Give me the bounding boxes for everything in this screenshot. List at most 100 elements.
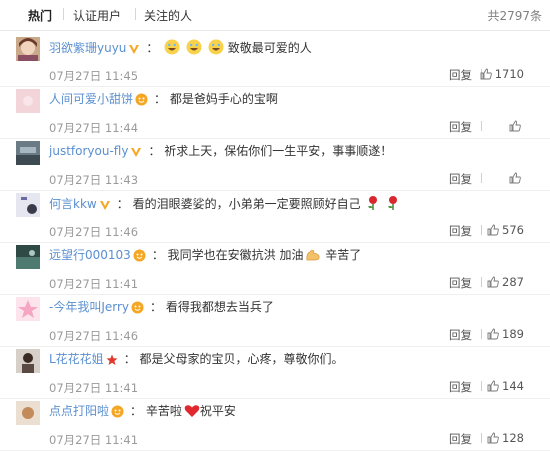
- thumbs-up-icon: [509, 120, 521, 132]
- username[interactable]: 人间可爱小甜饼: [49, 92, 133, 106]
- comment-text-tail: 辛苦了: [321, 248, 362, 262]
- comment-text: 都是爸妈手心的宝啊: [169, 92, 278, 106]
- reply-button[interactable]: 回复: [449, 379, 472, 395]
- rose-emoji-icon: [366, 195, 380, 215]
- thumbs-up-icon: [487, 328, 499, 340]
- grin-tears-emoji-icon: [208, 39, 224, 59]
- red-star-badge-icon: [106, 354, 118, 370]
- avatar[interactable]: [16, 141, 40, 165]
- comment-item: 远望行000103 ： 我同学也在安徽抗洪 加油 辛苦了 07月27日 11:41…: [0, 242, 550, 295]
- colon: ：: [130, 404, 143, 418]
- action-divider: [481, 381, 482, 391]
- avatar[interactable]: [16, 37, 40, 61]
- comment-item: L花花花姐 ： 都是父母家的宝贝，心疼，尊敬你们。 07月27日 11:41 回复…: [0, 346, 550, 399]
- username[interactable]: 何言kkw: [49, 197, 97, 211]
- comment-filter-tabs: 热门 认证用户 关注的人 共2797条: [0, 0, 550, 31]
- avatar[interactable]: [16, 401, 40, 425]
- comment-text: 看得我都想去当兵了: [165, 300, 274, 314]
- reply-button[interactable]: 回复: [449, 171, 472, 187]
- comment-time: 07月27日 11:46: [49, 225, 139, 239]
- like-button[interactable]: [509, 171, 524, 185]
- comment-text: 祈求上天，保佑你们一生平安，事事顺遂！: [164, 144, 393, 158]
- membership-badge-icon: [135, 93, 148, 110]
- like-count: 1710: [494, 67, 524, 81]
- comment-time: 07月27日 11:44: [49, 121, 139, 135]
- like-button[interactable]: 189: [487, 327, 524, 341]
- action-divider: [481, 329, 482, 339]
- rose-emoji-icon: [386, 195, 400, 215]
- membership-badge-icon: [111, 405, 124, 422]
- username[interactable]: -今年我叫Jerry: [49, 300, 129, 314]
- like-button[interactable]: [509, 119, 524, 133]
- like-count: 189: [502, 327, 524, 341]
- colon: ：: [146, 41, 159, 55]
- reply-button[interactable]: 回复: [449, 327, 472, 343]
- verified-v-badge-icon: [130, 146, 142, 162]
- membership-badge-icon: [133, 249, 146, 266]
- comment-total-count: 共2797条: [487, 9, 542, 23]
- thumbs-up-icon: [487, 276, 499, 288]
- colon: ：: [148, 144, 161, 158]
- membership-badge-icon: [131, 301, 144, 318]
- avatar[interactable]: [16, 193, 40, 217]
- thumbs-up-icon: [487, 380, 499, 392]
- comment-time: 07月27日 11:46: [49, 329, 139, 343]
- avatar[interactable]: [16, 349, 40, 373]
- tab-divider: [135, 8, 136, 20]
- like-button[interactable]: 287: [487, 275, 524, 289]
- thumbs-up-icon: [509, 172, 521, 184]
- action-divider: [481, 121, 482, 131]
- like-button[interactable]: 128: [487, 431, 524, 445]
- verified-v-badge-icon: [99, 199, 111, 215]
- heart-emoji-icon: [184, 404, 200, 422]
- comment-item: 人间可爱小甜饼 ： 都是爸妈手心的宝啊 07月27日 11:44 回复: [0, 86, 550, 139]
- avatar[interactable]: [16, 297, 40, 321]
- username[interactable]: 点点打阳啦: [49, 404, 109, 418]
- username[interactable]: 远望行000103: [49, 248, 131, 262]
- thumbs-up-icon: [480, 68, 492, 80]
- muscle-emoji-icon: [305, 248, 321, 266]
- like-count: 576: [502, 223, 524, 237]
- comment-text: 看的泪眼婆娑的，小弟弟一定要照顾好自己: [132, 197, 361, 211]
- action-divider: [481, 433, 482, 443]
- comment-text: 致敬最可爱的人: [227, 41, 312, 55]
- action-divider: [481, 173, 482, 183]
- comment-item: 羽欲紫珊yuyu ： 致敬最可爱的人 07月27日 11:45 回复 1710: [0, 34, 550, 87]
- like-count: 128: [502, 431, 524, 445]
- verified-v-badge-icon: [128, 43, 140, 59]
- comment-time: 07月27日 11:45: [49, 69, 139, 83]
- reply-button[interactable]: 回复: [449, 431, 472, 447]
- comment-time: 07月27日 11:41: [49, 433, 139, 447]
- thumbs-up-icon: [487, 224, 499, 236]
- avatar[interactable]: [16, 89, 40, 113]
- username[interactable]: L花花花姐: [49, 352, 104, 366]
- avatar[interactable]: [16, 245, 40, 269]
- reply-button[interactable]: 回复: [449, 275, 472, 291]
- grin-tears-emoji-icon: [164, 39, 180, 59]
- reply-button[interactable]: 回复: [449, 223, 472, 239]
- colon: ：: [154, 92, 167, 106]
- like-button[interactable]: 144: [487, 379, 524, 393]
- colon: ：: [123, 352, 136, 366]
- comment-item: justforyou-fly ： 祈求上天，保佑你们一生平安，事事顺遂！ 07月2…: [0, 138, 550, 191]
- comment-text-tail: 祝平安: [199, 404, 236, 418]
- reply-button[interactable]: 回复: [449, 119, 472, 135]
- username[interactable]: 羽欲紫珊yuyu: [49, 41, 126, 55]
- tab-following[interactable]: 关注的人: [144, 7, 192, 24]
- action-divider: [481, 225, 482, 235]
- comment-item: 点点打阳啦 ： 辛苦啦 祝平安 07月27日 11:41 回复 128: [0, 398, 550, 451]
- colon: ：: [150, 300, 163, 314]
- tab-divider: [63, 8, 64, 20]
- username[interactable]: justforyou-fly: [49, 144, 128, 158]
- tab-verified-users[interactable]: 认证用户: [73, 7, 121, 24]
- like-count: 287: [502, 275, 524, 289]
- comment-time: 07月27日 11:41: [49, 277, 139, 291]
- comment-item: 何言kkw： 看的泪眼婆娑的，小弟弟一定要照顾好自己 07月27日 11:46 …: [0, 190, 550, 243]
- reply-button[interactable]: 回复: [449, 67, 472, 83]
- like-button[interactable]: 1710: [480, 67, 524, 81]
- comment-time: 07月27日 11:43: [49, 173, 139, 187]
- like-count: 144: [502, 379, 524, 393]
- comment-item: -今年我叫Jerry ： 看得我都想去当兵了 07月27日 11:46 回复 18…: [0, 294, 550, 347]
- like-button[interactable]: 576: [487, 223, 524, 237]
- tab-hot[interactable]: 热门: [28, 7, 52, 24]
